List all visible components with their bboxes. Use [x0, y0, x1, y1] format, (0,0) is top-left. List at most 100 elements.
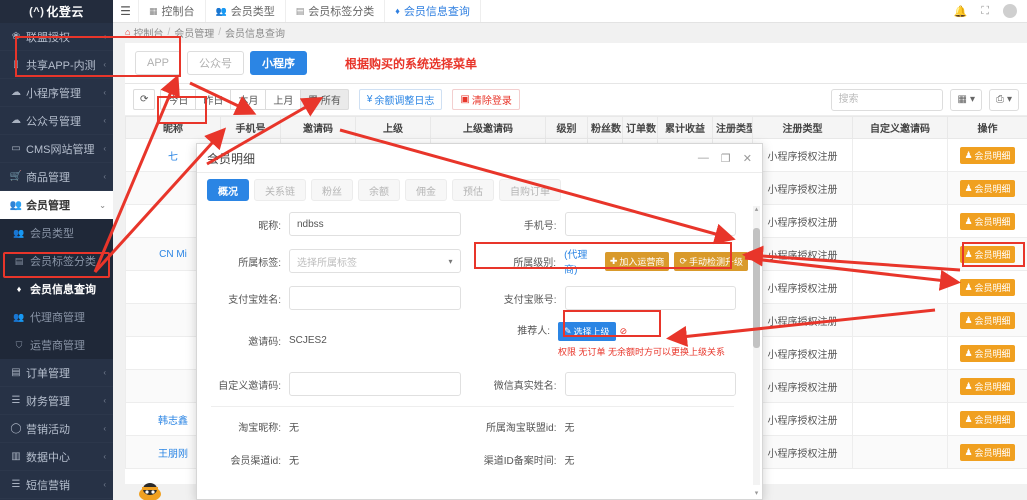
- tab-member-tag[interactable]: ▤ 会员标签分类: [286, 0, 386, 22]
- join-operator-button[interactable]: ✚ 加入运营商: [604, 251, 670, 271]
- sidebar-item-products[interactable]: 🛒 商品管理 ‹: [0, 163, 113, 191]
- breadcrumb-separator: /: [167, 26, 171, 38]
- columns-dropdown-button[interactable]: ▦ ▾: [950, 88, 982, 111]
- member-detail-button[interactable]: ♟ 会员明细: [960, 245, 1015, 263]
- bell-icon[interactable]: 🔔: [954, 5, 968, 18]
- col-reg-type-num[interactable]: 注册类型: [712, 116, 753, 139]
- refresh-button[interactable]: ⟳: [133, 89, 156, 110]
- range-button-yesterday[interactable]: 昨日: [195, 89, 231, 110]
- sidebar-item-miniprogram[interactable]: ☁ 小程序管理 ‹: [0, 79, 113, 107]
- custom-code-input[interactable]: [289, 372, 461, 396]
- modal-tab-estimate[interactable]: 预估: [452, 179, 494, 201]
- tab-member-query[interactable]: ♦ 会员信息查询: [385, 0, 481, 22]
- sidebar-item-orders[interactable]: ▤ 订单管理 ‹: [0, 359, 113, 387]
- member-detail-button-label: 会员明细: [974, 282, 1011, 293]
- sidebar-item-agent-management[interactable]: 👥 代理商管理: [0, 303, 113, 331]
- alipay-name-input[interactable]: [289, 286, 461, 310]
- col-custom-code[interactable]: 自定义邀请码: [852, 116, 948, 139]
- label-tag: 所属标签:: [238, 257, 281, 269]
- modal-tab-fans[interactable]: 粉丝: [311, 179, 353, 201]
- hamburger-icon[interactable]: ☰: [113, 0, 139, 22]
- scrollbar-thumb[interactable]: [753, 228, 760, 348]
- alipay-account-input[interactable]: [564, 286, 736, 310]
- col-parent[interactable]: 上级: [355, 116, 431, 139]
- col-parent-code[interactable]: 上级邀请码: [430, 116, 546, 139]
- member-detail-button[interactable]: ♟ 会员明细: [960, 410, 1015, 428]
- member-detail-button[interactable]: ♟ 会员明细: [960, 179, 1015, 197]
- phone-input[interactable]: [564, 212, 736, 236]
- sidebar-item-data-center[interactable]: ▥ 数据中心 ‹: [0, 443, 113, 471]
- field-taobao-union: 所属淘宝联盟id: 无: [473, 419, 749, 434]
- check-upgrade-button[interactable]: ⟳ 手动检测升级: [674, 251, 748, 271]
- range-button-today[interactable]: 今日: [160, 89, 196, 110]
- modal-tab-overview[interactable]: 概况: [207, 179, 249, 201]
- modal-scrollbar[interactable]: [753, 206, 760, 485]
- sidebar-item-finance[interactable]: ☰ 财务管理 ‹: [0, 387, 113, 415]
- sidebar-item-shared-app[interactable]: ▯ 共享APP-内测 ‹: [0, 51, 113, 79]
- select-parent-button[interactable]: ✎ 选择上级: [558, 322, 616, 341]
- mobile-icon: ▯: [13, 59, 19, 70]
- fullscreen-icon[interactable]: ⛶: [981, 5, 989, 18]
- range-button-all[interactable]: ▦ 所有: [300, 89, 349, 110]
- sidebar-item-sms-marketing[interactable]: ☰ 短信营销 ‹: [0, 471, 113, 499]
- modal-tab-relations[interactable]: 关系链: [254, 179, 306, 201]
- sidebar-item-official-account[interactable]: ☁ 公众号管理 ‹: [0, 107, 113, 135]
- tab-dashboard[interactable]: ▦ 控制台: [139, 0, 206, 22]
- member-detail-button[interactable]: ♟ 会员明细: [960, 146, 1015, 164]
- breadcrumb-item-2[interactable]: 会员信息查询: [225, 25, 285, 40]
- member-detail-button[interactable]: ♟ 会员明细: [960, 443, 1015, 461]
- col-reg-type[interactable]: 注册类型: [752, 116, 853, 139]
- export-dropdown-button[interactable]: ⎙ ▾: [988, 88, 1019, 111]
- field-phone: 手机号:: [473, 212, 749, 236]
- col-phone[interactable]: 手机号: [220, 116, 281, 139]
- nickname-input[interactable]: [289, 212, 461, 236]
- search-input[interactable]: [831, 88, 944, 111]
- col-nickname[interactable]: 昵称: [125, 116, 221, 139]
- modal-tab-self-orders[interactable]: 自购订单: [499, 179, 561, 201]
- chevron-left-icon: ‹: [103, 172, 106, 181]
- brand-logo[interactable]: (^) 化登云: [0, 0, 113, 23]
- close-icon[interactable]: ✕: [743, 152, 752, 165]
- maximize-icon[interactable]: ❐: [721, 152, 731, 165]
- avatar[interactable]: [1003, 4, 1017, 18]
- sidebar-item-alliance[interactable]: ❀ 联盟授权 ‹: [0, 23, 113, 51]
- sidebar-item-member-type[interactable]: 👥 会员类型: [0, 219, 113, 247]
- col-income[interactable]: 累计收益: [657, 116, 713, 139]
- member-detail-button[interactable]: ♟ 会员明细: [960, 344, 1015, 362]
- member-detail-button[interactable]: ♟ 会员明细: [960, 311, 1015, 329]
- tag-select[interactable]: 选择所属标签 ▾: [289, 249, 461, 273]
- col-actions[interactable]: 操作: [947, 116, 1027, 139]
- system-button-miniprogram[interactable]: 小程序: [250, 51, 308, 75]
- col-fans[interactable]: 粉丝数: [587, 116, 623, 139]
- member-detail-button[interactable]: ♟ 会员明细: [960, 212, 1015, 230]
- member-detail-button[interactable]: ♟ 会员明细: [960, 278, 1015, 296]
- system-button-app[interactable]: APP: [135, 51, 182, 75]
- sidebar-item-members[interactable]: 👥 会员管理 ⌄: [0, 191, 113, 219]
- modal-tab-balance[interactable]: 余额: [358, 179, 400, 201]
- scroll-down-icon[interactable]: ▾: [752, 489, 761, 497]
- sidebar-item-member-query[interactable]: ♦ 会员信息查询: [0, 275, 113, 303]
- col-level[interactable]: 级别: [545, 116, 588, 139]
- tab-member-type[interactable]: 👥 会员类型: [206, 0, 286, 22]
- sidebar-item-member-tag[interactable]: ▤ 会员标签分类: [0, 247, 113, 275]
- sidebar-submenu-members: 👥 会员类型 ▤ 会员标签分类 ♦ 会员信息查询 👥 代理商管理 ⛉ 运营商管理: [0, 219, 113, 359]
- sidebar-item-label: 财务管理: [26, 395, 70, 408]
- sidebar-item-marketing[interactable]: ◯ 营销活动 ‹: [0, 415, 113, 443]
- brand-name: 化登云: [46, 5, 84, 19]
- minimize-icon[interactable]: —: [698, 152, 709, 165]
- clear-login-button[interactable]: ▣ 清除登录: [452, 89, 520, 110]
- col-orders[interactable]: 订单数: [622, 116, 658, 139]
- balance-log-button[interactable]: ¥ 余额调整日志: [358, 89, 443, 110]
- wechat-realname-input[interactable]: [564, 372, 736, 396]
- modal-tab-commission[interactable]: 佣金: [405, 179, 447, 201]
- breadcrumb-item-0[interactable]: 控制台: [133, 25, 163, 40]
- sidebar-item-cms[interactable]: ▭ CMS网站管理 ‹: [0, 135, 113, 163]
- system-button-official-account[interactable]: 公众号: [187, 51, 245, 75]
- member-detail-button[interactable]: ♟ 会员明细: [960, 377, 1015, 395]
- breadcrumb-item-1[interactable]: 会员管理: [174, 25, 214, 40]
- sidebar-item-operator-management[interactable]: ⛉ 运营商管理: [0, 331, 113, 359]
- col-invite-code[interactable]: 邀请码: [280, 116, 356, 139]
- range-button-this-month[interactable]: 本月: [230, 89, 266, 110]
- scroll-up-icon[interactable]: ▴: [752, 205, 761, 213]
- range-button-last-month[interactable]: 上月: [265, 89, 301, 110]
